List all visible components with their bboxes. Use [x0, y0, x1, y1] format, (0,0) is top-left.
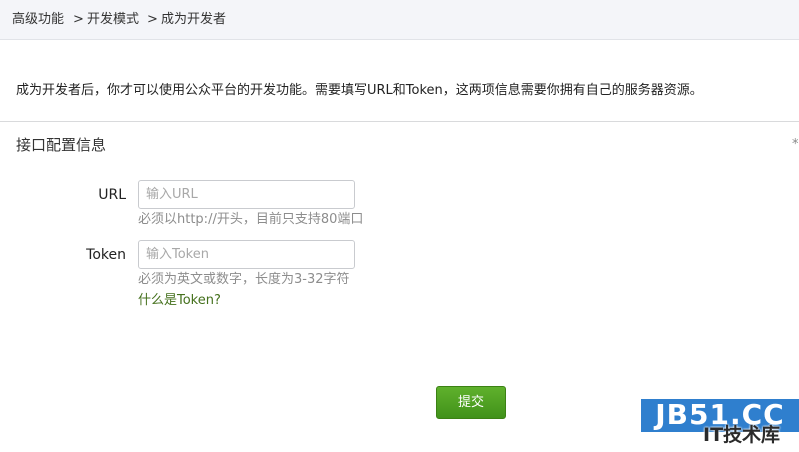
required-marker: * — [792, 137, 799, 152]
breadcrumb-item-developer-mode[interactable]: 开发模式 — [87, 12, 139, 28]
url-hint: 必须以http://开头，目前只支持80端口 — [138, 212, 364, 227]
breadcrumb-separator: > — [73, 12, 84, 27]
section-title: 接口配置信息 — [16, 136, 107, 154]
breadcrumb-separator: > — [147, 12, 158, 27]
breadcrumb: 高级功能 > 开发模式 > 成为开发者 — [0, 0, 799, 40]
watermark-logo: JB51.CC IT技术库 — [641, 398, 799, 452]
token-hint: 必须为英文或数字，长度为3-32字符 — [138, 272, 350, 287]
url-input[interactable] — [138, 180, 355, 209]
intro-text: 成为开发者后，你才可以使用公众平台的开发功能。需要填写URL和Token，这两项… — [16, 83, 703, 98]
what-is-token-link[interactable]: 什么是Token? — [138, 293, 221, 309]
breadcrumb-item-become-developer: 成为开发者 — [161, 12, 227, 27]
token-label: Token — [86, 247, 126, 263]
section-divider — [0, 121, 799, 122]
watermark-sub-text: IT技术库 — [703, 424, 781, 446]
token-input[interactable] — [138, 240, 355, 269]
url-label: URL — [98, 187, 126, 203]
breadcrumb-item-advanced-features[interactable]: 高级功能 — [12, 12, 64, 28]
submit-button[interactable]: 提交 — [436, 386, 506, 419]
